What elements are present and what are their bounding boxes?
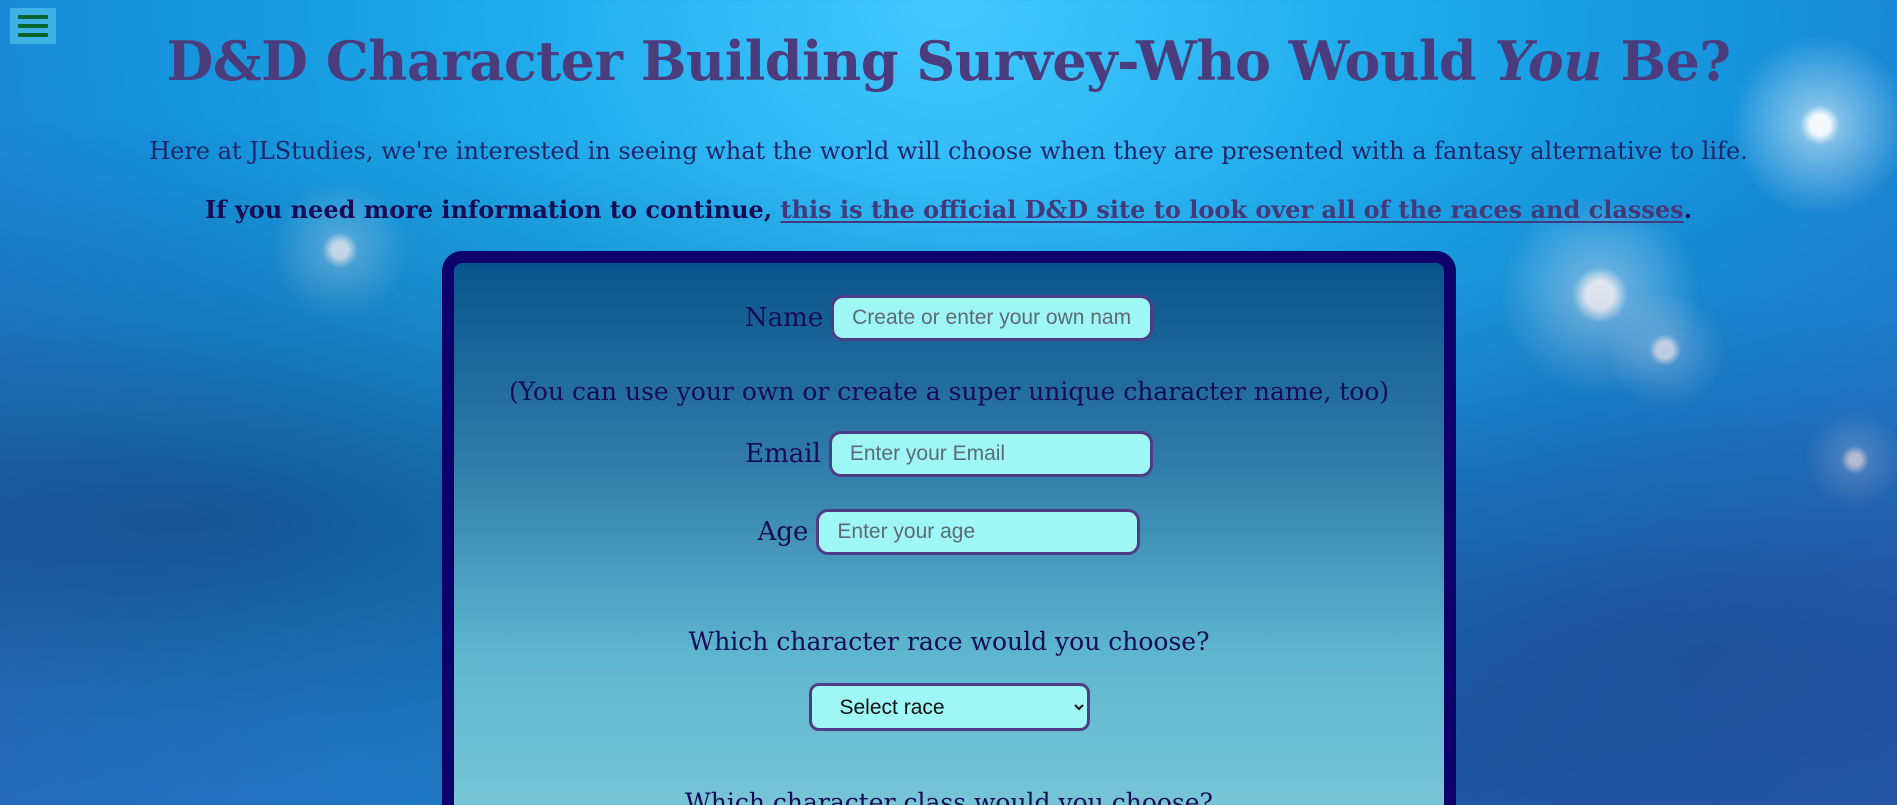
name-label: Name bbox=[744, 303, 824, 333]
race-question: Which character race would you choose? bbox=[688, 627, 1210, 656]
age-input[interactable] bbox=[816, 509, 1141, 555]
title-emphasis-text: You bbox=[1494, 29, 1603, 93]
title-main-text: D&D Character Building Survey-Who Would bbox=[166, 29, 1477, 93]
info-suffix: . bbox=[1683, 195, 1693, 224]
age-field-row: Age bbox=[454, 509, 1444, 555]
race-select-wrapper: Select race bbox=[454, 683, 1444, 731]
page-title: D&D Character Building Survey-Who Would … bbox=[0, 29, 1897, 93]
race-select[interactable]: Select race bbox=[808, 683, 1090, 731]
intro-text: Here at JLStudies, we're interested in s… bbox=[149, 137, 1748, 165]
info-prefix: If you need more information to continue… bbox=[204, 195, 773, 224]
title-end-text: Be? bbox=[1620, 29, 1731, 93]
survey-form-panel: Name (You can use your own or create a s… bbox=[442, 251, 1456, 805]
info-text: If you need more information to continue… bbox=[0, 195, 1897, 224]
age-label: Age bbox=[757, 517, 809, 547]
official-dnd-link[interactable]: this is the official D&D site to look ov… bbox=[781, 195, 1684, 224]
email-input[interactable] bbox=[828, 431, 1153, 477]
name-field-row: Name bbox=[454, 295, 1444, 341]
email-label: Email bbox=[745, 439, 821, 469]
class-question: Which character class would you choose? bbox=[685, 788, 1213, 805]
name-hint-text: (You can use your own or create a super … bbox=[508, 377, 1390, 406]
email-field-row: Email bbox=[454, 431, 1444, 477]
name-input[interactable] bbox=[831, 295, 1154, 341]
